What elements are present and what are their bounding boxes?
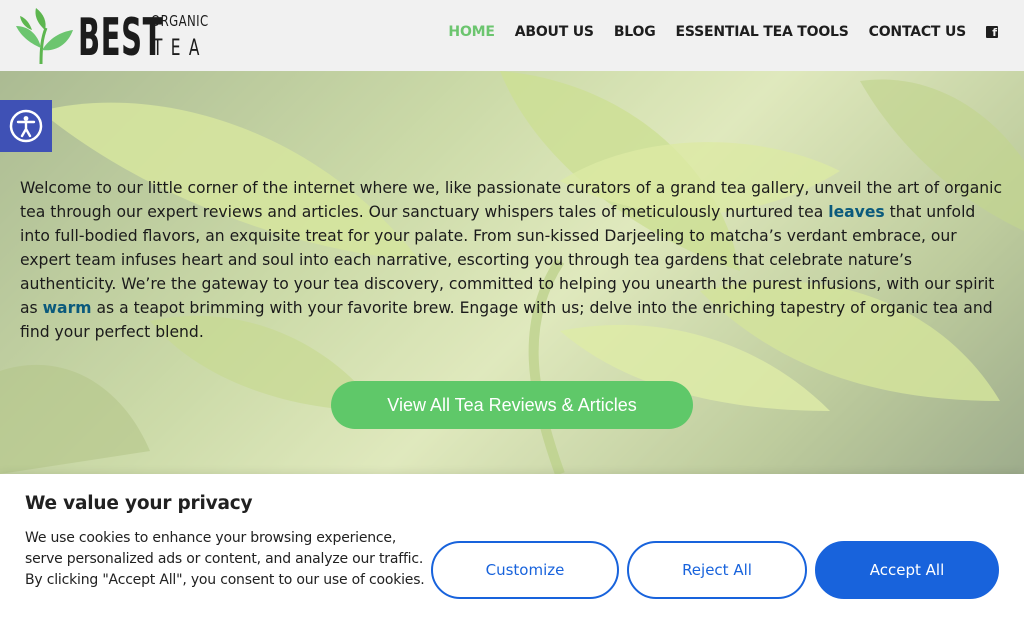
cookie-title: We value your privacy — [25, 493, 253, 514]
leaves-link[interactable]: leaves — [828, 203, 884, 221]
logo-text-tea: TEA — [153, 36, 208, 61]
main-nav: HOME ABOUT US BLOG ESSENTIAL TEA TOOLS C… — [428, 24, 998, 40]
cookie-description: We use cookies to enhance your browsing … — [25, 530, 425, 588]
nav-essential-tea-tools[interactable]: ESSENTIAL TEA TOOLS — [676, 24, 849, 40]
site-header: BEST ORGANIC TEA HOME ABOUT US BLOG ESSE… — [0, 0, 1024, 71]
site-logo[interactable]: BEST ORGANIC TEA — [14, 8, 219, 66]
cookie-consent-banner: We value your privacy We use cookies to … — [0, 474, 1024, 629]
accessibility-button[interactable] — [0, 100, 52, 152]
hero-text-part-3: as a teapot brimming with your favorite … — [20, 299, 993, 341]
accept-all-button[interactable]: Accept All — [815, 541, 999, 599]
hero-section: Welcome to our little corner of the inte… — [0, 71, 1024, 474]
hero-intro-text: Welcome to our little corner of the inte… — [20, 176, 1010, 344]
accessibility-icon — [9, 109, 43, 143]
warm-link[interactable]: warm — [43, 299, 92, 317]
view-all-reviews-button[interactable]: View All Tea Reviews & Articles — [331, 381, 693, 429]
reject-all-button[interactable]: Reject All — [627, 541, 807, 599]
nav-blog[interactable]: BLOG — [614, 24, 656, 40]
tea-leaf-logo-icon — [16, 8, 73, 65]
nav-contact-us[interactable]: CONTACT US — [869, 24, 967, 40]
logo-text-organic: ORGANIC — [151, 12, 209, 30]
nav-home[interactable]: HOME — [448, 24, 495, 40]
nav-about-us[interactable]: ABOUT US — [515, 24, 594, 40]
customize-button[interactable]: Customize — [431, 541, 619, 599]
facebook-icon[interactable]: f — [986, 26, 998, 38]
